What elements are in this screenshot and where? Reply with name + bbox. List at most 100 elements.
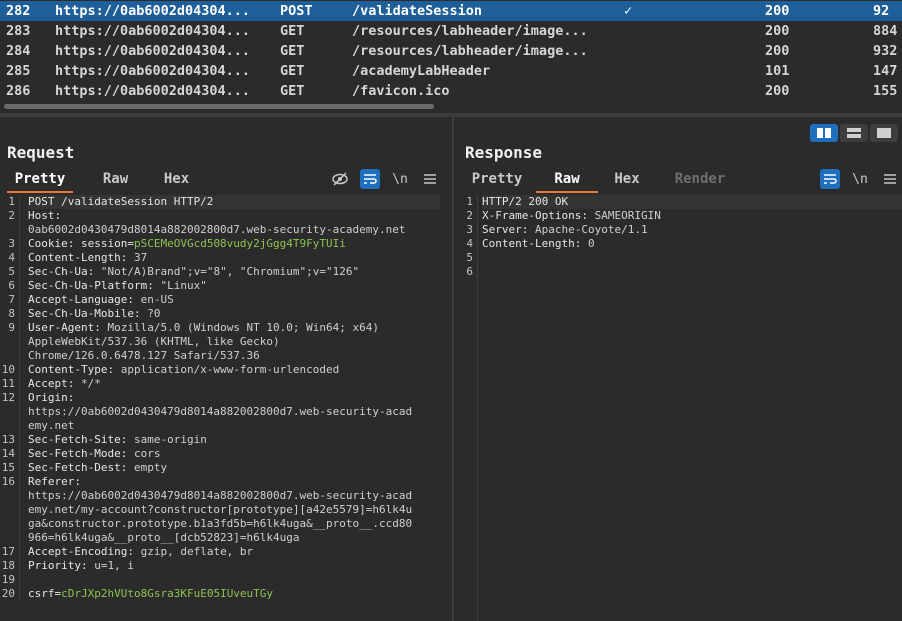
code-text: Cookie: session= xyxy=(28,237,134,250)
code-text: en-US xyxy=(140,293,174,306)
code-text: ga&constructor.prototype.b1a3fd5b=h6lk4u… xyxy=(28,517,413,530)
code-text: Content-Length: xyxy=(28,251,134,264)
code-text: 966=h6lk4uga&__proto__[dcb52823]=h6lk4ug… xyxy=(28,531,300,544)
history-row[interactable]: 284 https://0ab6002d04304... GET/resources… xyxy=(0,41,902,61)
code-text: POST /validateSession HTTP/2 xyxy=(28,195,214,208)
code-text: AppleWebKit/537.36 (KHTML, like Gecko) xyxy=(28,335,280,348)
line-number xyxy=(0,419,19,433)
code-text: "Not/A)Brand";v="8", "Chromium";v="126" xyxy=(100,265,360,278)
row-url: /academyLabHeader xyxy=(352,63,491,79)
code-line: 966=h6lk4uga&__proto__[dcb52823]=h6lk4ug… xyxy=(28,531,440,545)
row-method: GET xyxy=(280,43,305,59)
line-number xyxy=(0,531,19,545)
menu-icon[interactable] xyxy=(880,169,900,189)
code-line: 0ab6002d0430479d8014a882002800d7.web-sec… xyxy=(28,223,440,237)
line-number xyxy=(0,489,19,503)
code-text: Sec-Fetch-Dest: xyxy=(28,461,134,474)
row-host: https://0ab6002d04304... xyxy=(55,63,251,79)
row-host: https://0ab6002d04304... xyxy=(55,3,251,19)
line-number: 10 xyxy=(1,363,15,376)
http-history-table: 282 https://0ab6002d04304... POST/validate… xyxy=(0,0,902,101)
newline-toggle-button[interactable]: \n xyxy=(850,169,870,189)
line-number: 16 xyxy=(1,475,15,488)
line-number xyxy=(0,405,19,419)
row-host: https://0ab6002d04304... xyxy=(55,43,251,59)
request-toolbar: \n xyxy=(330,169,440,189)
request-tab-hex[interactable]: Hex xyxy=(154,169,199,193)
line-number: 18 xyxy=(1,559,15,572)
row-length: 155 xyxy=(873,83,898,99)
line-number xyxy=(0,517,19,531)
history-row[interactable]: 282 https://0ab6002d04304... POST/validate… xyxy=(0,1,902,21)
code-line: Origin: xyxy=(28,391,440,405)
hide-eye-icon[interactable] xyxy=(330,169,350,189)
response-tab-raw[interactable]: Raw xyxy=(536,169,598,193)
response-tab-hex[interactable]: Hex xyxy=(604,169,650,193)
layout-tabs-button[interactable] xyxy=(870,124,898,142)
layout-stacked-button[interactable] xyxy=(840,124,868,142)
code-text: Origin: xyxy=(28,391,75,404)
row-number: 283 xyxy=(6,23,31,39)
code-text: Sec-Ch-Ua: xyxy=(28,265,101,278)
response-tab-render[interactable]: Render xyxy=(668,169,732,193)
history-horizontal-scrollbar[interactable] xyxy=(0,101,902,113)
line-number: 3 xyxy=(8,237,15,250)
row-status: 200 xyxy=(765,23,790,39)
response-code[interactable]: HTTP/2 200 OK X-Frame-Options: SAMEORIGIN… xyxy=(482,195,902,279)
code-line: Sec-Ch-Ua: "Not/A)Brand";v="8", "Chromiu… xyxy=(28,265,440,279)
layout-side-by-side-button[interactable] xyxy=(810,124,838,142)
line-number: 12 xyxy=(1,391,15,404)
row-url: /resources/labheader/image... xyxy=(352,43,588,59)
single-pane-icon xyxy=(877,128,891,138)
scrollbar-thumb[interactable] xyxy=(4,104,434,109)
row-status: 200 xyxy=(765,43,790,59)
row-method: GET xyxy=(280,63,305,79)
request-tab-raw[interactable]: Raw xyxy=(87,169,144,193)
line-number: 19 xyxy=(1,573,15,586)
line-number xyxy=(0,335,19,349)
code-line: Accept-Encoding: gzip, deflate, br xyxy=(28,545,440,559)
wrap-lines-icon[interactable] xyxy=(360,169,380,189)
code-text: Accept-Language: xyxy=(28,293,141,306)
line-number: 14 xyxy=(1,447,15,460)
code-line: https://0ab6002d0430479d8014a882002800d7… xyxy=(28,489,440,503)
row-status: 200 xyxy=(765,3,790,19)
history-row[interactable]: 286 https://0ab6002d04304... GET/favicon.i… xyxy=(0,81,902,101)
code-line: Accept-Language: en-US xyxy=(28,293,440,307)
code-line: Sec-Fetch-Dest: empty xyxy=(28,461,440,475)
code-line: HTTP/2 200 OK xyxy=(482,195,902,209)
code-text: Sec-Ch-Ua-Mobile: xyxy=(28,307,148,320)
code-text: csrf= xyxy=(28,587,62,600)
wrap-lines-icon[interactable] xyxy=(820,169,840,189)
code-text: Accept: xyxy=(28,377,81,390)
code-text: empty xyxy=(133,461,168,474)
code-line: csrf=cDrJXp2hVUto8Gsra3KFuE05IUveuTGy xyxy=(28,587,440,601)
row-number: 284 xyxy=(6,43,31,59)
panel-vertical-divider[interactable] xyxy=(452,117,454,621)
code-text: X-Frame-Options: xyxy=(482,209,595,222)
history-row[interactable]: 285 https://0ab6002d04304... GET/academyLa… xyxy=(0,61,902,81)
horizontal-split-divider[interactable] xyxy=(0,113,902,117)
code-text: SAMEORIGIN xyxy=(594,209,661,222)
row-length: 147 xyxy=(873,63,898,79)
row-host: https://0ab6002d04304... xyxy=(55,83,251,99)
row-length: 884 xyxy=(873,23,898,39)
rows-icon xyxy=(847,128,861,138)
token-value: pSCEMeOVGcd508vudy2jGgg4T9FyTUIi xyxy=(133,237,346,250)
code-text: Sec-Fetch-Mode: xyxy=(28,447,134,460)
line-number: 8 xyxy=(8,307,15,320)
menu-icon[interactable] xyxy=(420,169,440,189)
history-row[interactable]: 283 https://0ab6002d04304... GET/resources… xyxy=(0,21,902,41)
token-value: cDrJXp2hVUto8Gsra3KFuE05IUveuTGy xyxy=(61,587,274,600)
code-text: Priority: xyxy=(28,559,95,572)
response-tab-pretty[interactable]: Pretty xyxy=(460,169,534,193)
code-text: emy.net/my-account?constructor[prototype… xyxy=(28,503,413,516)
newline-toggle-button[interactable]: \n xyxy=(390,169,410,189)
line-number: 11 xyxy=(1,377,15,390)
code-line: Sec-Fetch-Site: same-origin xyxy=(28,433,440,447)
request-code[interactable]: POST /validateSession HTTP/2 Host: 0ab6002… xyxy=(28,195,440,601)
row-number: 286 xyxy=(6,83,31,99)
request-tab-pretty[interactable]: Pretty xyxy=(7,169,73,193)
row-url: /favicon.ico xyxy=(352,83,450,99)
